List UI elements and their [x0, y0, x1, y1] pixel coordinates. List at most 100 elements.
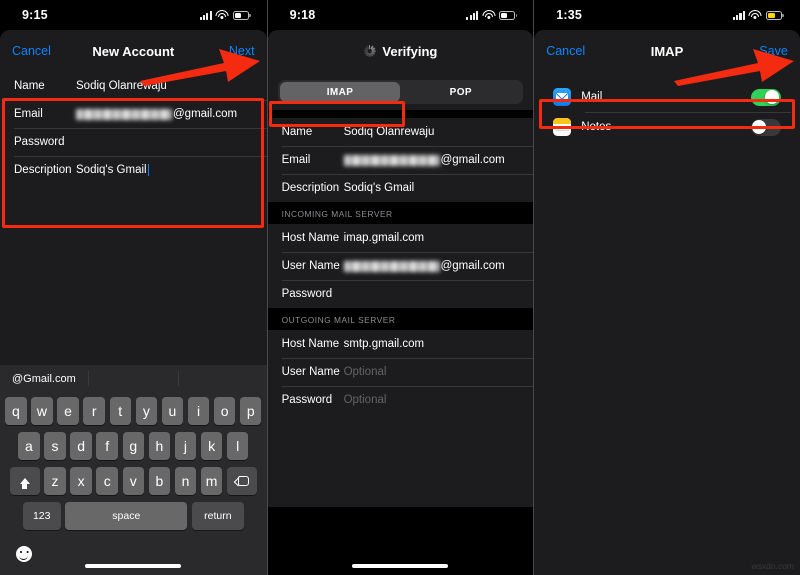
wifi-icon — [482, 10, 496, 20]
nav-bar: Cancel New Account Next — [0, 30, 267, 72]
field-row-user-name[interactable]: User Name @gmail.com — [267, 252, 534, 280]
cancel-button[interactable]: Cancel — [12, 44, 51, 58]
watermark: wsxdn.com — [751, 561, 794, 571]
field-label: Host Name — [281, 338, 340, 350]
numbers-key[interactable]: 123 — [22, 502, 61, 530]
key-f[interactable]: f — [96, 432, 118, 460]
three-panel-screenshot: 9:15 Cancel New Account Next Name Sodiq … — [0, 0, 800, 575]
key-q[interactable]: q — [5, 397, 27, 425]
field-label: Password — [14, 136, 65, 148]
mail-toggle-switch[interactable] — [750, 88, 781, 106]
key-t[interactable]: t — [109, 397, 131, 425]
field-value: Sodiq Olanrewaju — [76, 80, 167, 92]
panel-imap-services: 1:35 Cancel IMAP Save Mail Notes — [533, 0, 800, 575]
blurred-email-local-part — [76, 108, 172, 120]
status-bar: 9:18 — [267, 0, 534, 30]
key-h[interactable]: h — [148, 432, 171, 460]
return-key[interactable]: return — [191, 502, 244, 530]
protocol-segmented-control[interactable]: IMAP POP — [277, 80, 524, 104]
cancel-button[interactable]: Cancel — [546, 44, 585, 58]
field-row-email[interactable]: Email @gmail.com — [0, 100, 267, 128]
key-r[interactable]: r — [83, 397, 105, 425]
field-label: Password — [281, 394, 333, 406]
key-b[interactable]: b — [148, 467, 171, 495]
field-row-user-name[interactable]: User Name Optional — [267, 358, 534, 386]
status-bar: 1:35 — [534, 0, 800, 30]
field-placeholder: Optional — [343, 394, 387, 406]
key-v[interactable]: v — [122, 467, 145, 495]
section-header-incoming: INCOMING MAIL SERVER — [267, 202, 534, 224]
keyboard-row-1: q w e r t y u i o p — [2, 397, 265, 425]
shift-up-arrow-icon[interactable] — [9, 467, 40, 495]
field-row-description[interactable]: Description Sodiq's Gmail — [0, 156, 267, 184]
key-w[interactable]: w — [31, 397, 53, 425]
field-value: Sodiq's Gmail — [343, 182, 415, 194]
key-p[interactable]: p — [239, 397, 262, 425]
section-header-outgoing: OUTGOING MAIL SERVER — [267, 308, 534, 330]
key-k[interactable]: k — [200, 432, 223, 460]
notes-toggle-switch[interactable] — [750, 118, 781, 136]
key-j[interactable]: j — [174, 432, 197, 460]
field-row-name[interactable]: Name Sodiq Olanrewaju — [0, 72, 267, 100]
blurred-email-local-part — [343, 154, 440, 166]
field-row-host-name[interactable]: Host Name imap.gmail.com — [267, 224, 534, 252]
field-label: Host Name — [281, 232, 340, 244]
key-a[interactable]: a — [18, 432, 40, 460]
wifi-icon — [748, 10, 762, 20]
toggle-row-mail[interactable]: Mail — [543, 82, 791, 112]
field-label: Password — [281, 288, 333, 300]
field-row-name[interactable]: Name Sodiq Olanrewaju — [267, 118, 534, 146]
key-e[interactable]: e — [57, 397, 79, 425]
battery-icon — [232, 10, 251, 20]
key-g[interactable]: g — [122, 432, 145, 460]
field-row-description[interactable]: Description Sodiq's Gmail — [267, 174, 534, 202]
key-i[interactable]: i — [187, 397, 210, 425]
status-bar: 9:15 — [0, 0, 267, 30]
field-value: @gmail.com — [343, 260, 520, 272]
new-account-form: Name Sodiq Olanrewaju Email @gmail.com P… — [0, 72, 267, 184]
key-o[interactable]: o — [213, 397, 236, 425]
field-row-password[interactable]: Password — [267, 280, 534, 308]
key-y[interactable]: y — [135, 397, 158, 425]
blurred-email-local-part — [343, 260, 440, 272]
loading-spinner-icon — [363, 45, 376, 57]
tab-pop[interactable]: POP — [400, 82, 521, 102]
key-u[interactable]: u — [161, 397, 184, 425]
key-d[interactable]: d — [70, 432, 92, 460]
next-button[interactable]: Next — [229, 44, 255, 58]
cellular-signal-icon — [732, 10, 745, 20]
backspace-delete-icon[interactable] — [226, 467, 257, 495]
field-row-password[interactable]: Password — [0, 128, 267, 156]
suggestion-item[interactable]: @Gmail.com — [12, 373, 76, 385]
field-row-email[interactable]: Email @gmail.com — [267, 146, 534, 174]
protocol-segmented-control-wrap: IMAP POP — [267, 72, 534, 110]
key-m[interactable]: m — [200, 467, 223, 495]
status-indicators — [199, 10, 251, 20]
field-label: Description — [14, 164, 72, 176]
field-row-host-name[interactable]: Host Name smtp.gmail.com — [267, 330, 534, 358]
wifi-icon — [215, 10, 229, 20]
field-label: Name — [281, 126, 313, 138]
key-s[interactable]: s — [44, 432, 66, 460]
space-key[interactable]: space — [65, 502, 188, 530]
field-value: @gmail.com — [76, 108, 253, 120]
key-z[interactable]: z — [44, 467, 66, 495]
field-label: Name — [14, 80, 45, 92]
status-indicators — [732, 10, 784, 20]
nav-bar: Cancel IMAP Save — [534, 30, 800, 72]
field-value: imap.gmail.com — [343, 232, 425, 244]
key-c[interactable]: c — [96, 467, 118, 495]
toggle-label: Notes — [581, 121, 612, 133]
field-label: User Name — [281, 366, 340, 378]
key-n[interactable]: n — [174, 467, 197, 495]
save-button[interactable]: Save — [759, 44, 788, 58]
key-l[interactable]: l — [226, 432, 249, 460]
toggle-row-notes[interactable]: Notes — [543, 112, 791, 142]
section-gap — [267, 110, 534, 118]
mail-app-icon — [553, 88, 572, 106]
tab-imap[interactable]: IMAP — [279, 82, 401, 102]
emoji-smiley-icon[interactable] — [16, 546, 32, 562]
field-row-password[interactable]: Password Optional — [267, 386, 534, 414]
key-x[interactable]: x — [70, 467, 92, 495]
page-title: Verifying — [382, 43, 438, 59]
